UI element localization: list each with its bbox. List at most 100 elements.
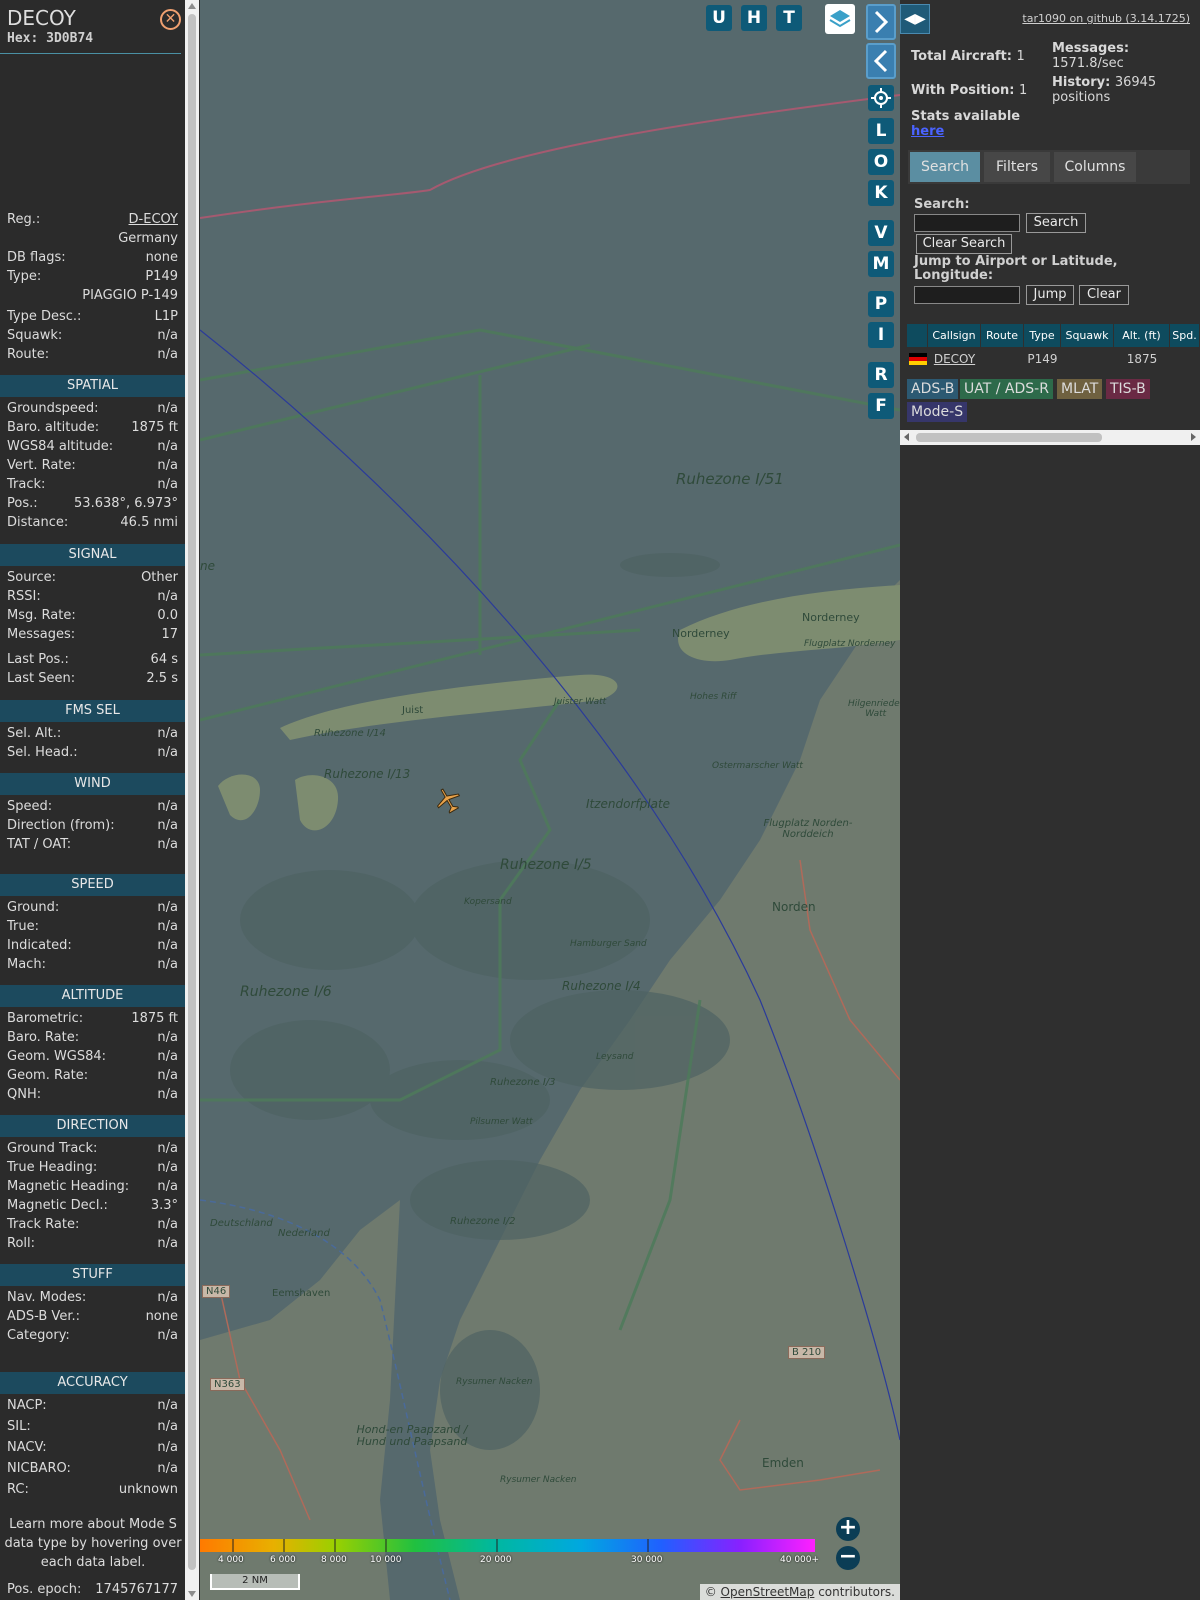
info-row-key: Category: xyxy=(7,1328,70,1343)
aircraft-marker-icon[interactable] xyxy=(434,786,462,814)
map-button-f[interactable]: F xyxy=(868,393,894,419)
registration-link[interactable]: D-ECOY xyxy=(129,212,178,227)
right-panel: ◀▶ tar1090 on github (3.14.1725) Total A… xyxy=(900,0,1200,1600)
info-row-key: Speed: xyxy=(7,799,53,814)
col-squawk[interactable]: Squawk xyxy=(1061,324,1114,347)
info-row: Msg. Rate: 0.0 xyxy=(7,608,178,627)
info-row: Baro. altitude: 1875 ft xyxy=(7,420,178,439)
info-row-key: NACP: xyxy=(7,1398,47,1413)
zoom-out-button[interactable]: − xyxy=(836,1546,860,1570)
map-button-t[interactable]: T xyxy=(776,5,802,31)
map-label-ruhezone-i14: Ruhezone I/14 xyxy=(314,728,386,739)
col-route[interactable]: Route xyxy=(981,324,1024,347)
map-label-b210: B 210 xyxy=(788,1346,826,1359)
openstreetmap-link[interactable]: OpenStreetMap xyxy=(721,1585,815,1599)
tab-columns[interactable]: Columns xyxy=(1054,152,1136,182)
col-type[interactable]: Type xyxy=(1024,324,1061,347)
source-badge-uat[interactable]: UAT / ADS-R xyxy=(960,379,1053,399)
forward-button[interactable] xyxy=(866,4,896,40)
map-label-flugplatz-norderney: Flugplatz Norderney xyxy=(804,639,896,649)
settings-button[interactable] xyxy=(868,85,894,111)
altitude-legend-label: 6 000 xyxy=(270,1555,296,1565)
scrollbar-thumb[interactable] xyxy=(188,14,196,1570)
info-row-value: 17 xyxy=(161,627,178,642)
col-flag[interactable] xyxy=(907,324,928,347)
info-row-value: n/a xyxy=(157,1141,178,1156)
map-button-k[interactable]: K xyxy=(868,180,894,206)
row-altitude: 1875 xyxy=(1126,352,1158,366)
scroll-right-arrow-icon[interactable] xyxy=(1191,433,1196,441)
back-button[interactable] xyxy=(866,43,896,79)
map-label-eemshaven: Eemshaven xyxy=(272,1288,331,1299)
info-row-key: Pos.: xyxy=(7,496,38,511)
left-panel-scrollbar[interactable] xyxy=(185,0,199,1600)
table-horizontal-scrollbar[interactable] xyxy=(900,430,1200,445)
section-header-direction: DIRECTION xyxy=(0,1115,185,1137)
info-row: Type Desc.: L1P xyxy=(7,309,178,328)
source-badge-adsb[interactable]: ADS-B xyxy=(907,379,959,399)
col-speed[interactable]: Spd. xyxy=(1170,324,1200,347)
tab-filters[interactable]: Filters xyxy=(984,152,1050,182)
map-view[interactable]: Ruhezone I/51 Ruhezone I/5 Ruhezone I/6 Ruh… xyxy=(200,0,900,1600)
altitude-legend-label: 20 000 xyxy=(480,1555,512,1565)
map-button-m[interactable]: M xyxy=(868,251,894,277)
scroll-left-arrow-icon[interactable] xyxy=(904,433,909,441)
info-row: Track: n/a xyxy=(7,477,178,496)
layers-button[interactable] xyxy=(825,4,855,34)
info-row-value: n/a xyxy=(157,745,178,760)
map-label-deutschland: Deutschland xyxy=(210,1218,273,1229)
row-callsign[interactable]: DECOY xyxy=(928,350,981,368)
info-row-value: Other xyxy=(141,570,178,585)
map-label-leysand: Leysand xyxy=(596,1052,634,1062)
map-button-r[interactable]: R xyxy=(868,362,894,388)
info-row: WGS84 altitude: n/a xyxy=(7,439,178,458)
clear-button[interactable]: Clear xyxy=(1079,285,1129,305)
info-row-value: n/a xyxy=(157,1217,178,1232)
source-badge-mlat[interactable]: MLAT xyxy=(1057,379,1103,399)
map-label-flugplatz-norden: Flugplatz Norden-Norddeich xyxy=(763,818,853,840)
search-button[interactable]: Search xyxy=(1026,213,1086,233)
info-row-key: TAT / OAT: xyxy=(7,837,72,852)
info-row-value: n/a xyxy=(157,726,178,741)
section-header-stuff: STUFF xyxy=(0,1264,185,1286)
info-row: NICBARO: n/a xyxy=(7,1461,178,1480)
info-row-key: Ground: xyxy=(7,900,60,915)
jump-input[interactable] xyxy=(914,286,1020,304)
close-icon[interactable]: ✕ xyxy=(160,9,181,30)
info-row-value: n/a xyxy=(157,347,178,362)
scroll-down-arrow-icon[interactable] xyxy=(188,1591,196,1597)
total-aircraft-stat: Total Aircraft: 1 xyxy=(911,49,1025,64)
tab-bar: Search Filters Columns xyxy=(908,150,1190,184)
col-altitude[interactable]: Alt. (ft) xyxy=(1114,324,1170,347)
info-row-value: PIAGGIO P-149 xyxy=(82,288,178,303)
zoom-in-button[interactable]: + xyxy=(836,1517,860,1541)
map-button-o[interactable]: O xyxy=(868,149,894,175)
col-callsign[interactable]: Callsign xyxy=(928,324,981,347)
altitude-legend-label: 30 000 xyxy=(631,1555,663,1565)
github-link[interactable]: tar1090 on github (3.14.1725) xyxy=(1022,12,1190,25)
source-badge-modes[interactable]: Mode-S xyxy=(907,402,968,422)
info-row-value: n/a xyxy=(157,1087,178,1102)
source-badge-tisb[interactable]: TIS-B xyxy=(1106,379,1150,399)
stats-here-link[interactable]: here xyxy=(911,124,1020,139)
map-button-l[interactable]: L xyxy=(868,118,894,144)
info-row: Route: n/a xyxy=(7,347,178,366)
search-input[interactable] xyxy=(914,214,1020,232)
jump-button[interactable]: Jump xyxy=(1026,285,1074,305)
scrollbar-thumb[interactable] xyxy=(916,433,1102,442)
toggle-sidebar-button[interactable]: ◀▶ xyxy=(900,4,930,34)
clear-search-button[interactable]: Clear Search xyxy=(916,234,1012,254)
section-header-altitude: ALTITUDE xyxy=(0,985,185,1007)
map-button-h[interactable]: H xyxy=(741,5,767,31)
map-button-v[interactable]: V xyxy=(868,220,894,246)
map-button-u[interactable]: U xyxy=(706,5,732,31)
scroll-up-arrow-icon[interactable] xyxy=(188,3,196,9)
info-row-key: ADS-B Ver.: xyxy=(7,1309,80,1324)
info-row-key: Groundspeed: xyxy=(7,401,99,416)
info-row: Vert. Rate: n/a xyxy=(7,458,178,477)
info-row-value: n/a xyxy=(157,439,178,454)
map-button-p[interactable]: P xyxy=(868,291,894,317)
tab-search[interactable]: Search xyxy=(910,152,980,182)
info-row-value: 1875 ft xyxy=(131,420,178,435)
map-button-i[interactable]: I xyxy=(868,322,894,348)
